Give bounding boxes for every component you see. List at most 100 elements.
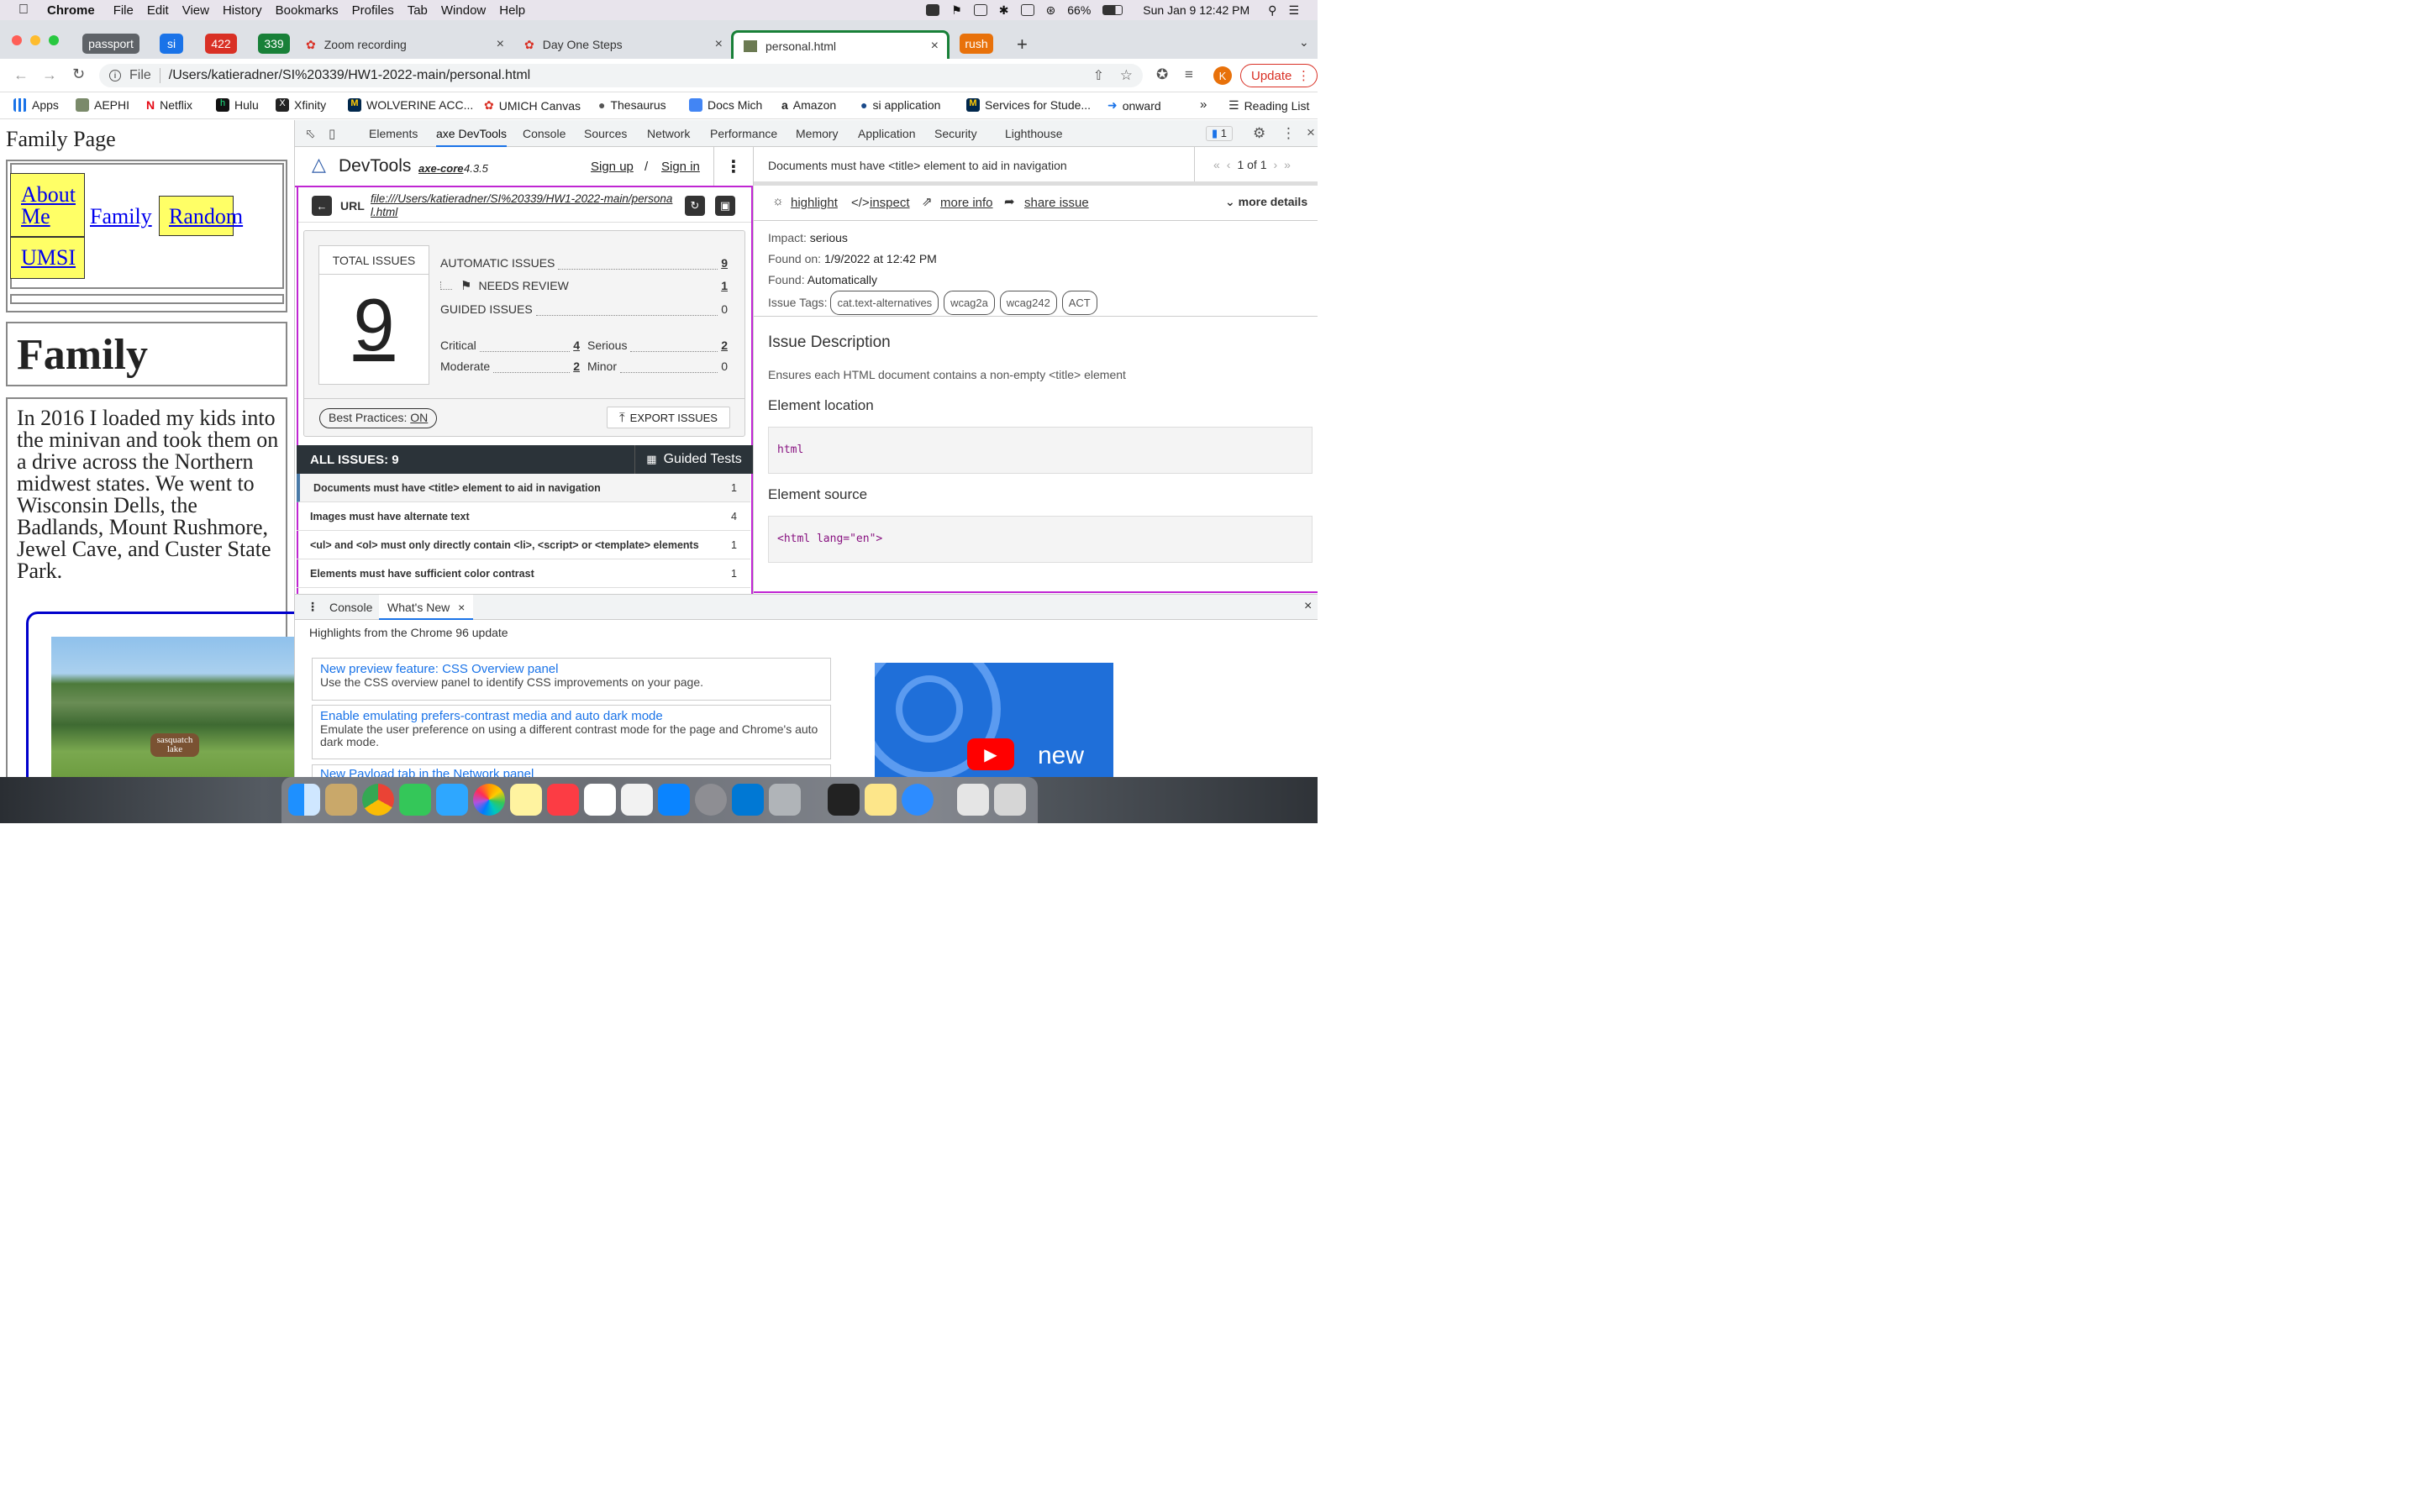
avatar[interactable]: K — [1213, 66, 1232, 85]
extensions-icon[interactable]: ✪ — [1156, 66, 1168, 83]
messages-icon[interactable] — [436, 784, 468, 816]
reminders-icon[interactable] — [621, 784, 653, 816]
share-icon[interactable]: ⇧ — [1093, 67, 1104, 84]
next-page-icon[interactable]: › — [1274, 158, 1278, 171]
drawer-tab-console[interactable]: Console — [329, 601, 372, 614]
tab-personal-html[interactable]: personal.html × — [731, 30, 950, 59]
share-issue-link[interactable]: share issue — [1024, 196, 1089, 210]
zoom-window-button[interactable] — [49, 35, 59, 45]
close-tab-icon[interactable]: × — [931, 39, 939, 54]
tab-performance[interactable]: Performance — [710, 127, 777, 140]
settings-gear-icon[interactable]: ⚙ — [1253, 125, 1265, 142]
whats-new-card[interactable]: New preview feature: CSS Overview panel … — [312, 658, 831, 701]
tab-group-422[interactable]: 422 — [205, 34, 237, 54]
bluetooth-icon[interactable]: ✱ — [999, 3, 1009, 18]
bookmark-wolverine[interactable]: M WOLVERINE ACC... — [348, 98, 473, 112]
bookmark-umich-canvas[interactable]: ✿ UMICH Canvas — [484, 98, 581, 113]
more-details-toggle[interactable]: ⌄ more details — [1225, 195, 1307, 209]
chrome-icon[interactable] — [362, 784, 394, 816]
whats-new-card[interactable]: Enable emulating prefers-contrast media … — [312, 705, 831, 759]
devtools-menu-icon[interactable]: ⋮ — [1281, 125, 1296, 142]
menu-edit[interactable]: Edit — [147, 3, 169, 18]
close-devtools-icon[interactable]: × — [1307, 124, 1315, 141]
bookmark-xfinity[interactable]: X Xfinity — [276, 98, 326, 112]
bookmark-netflix[interactable]: N Netflix — [146, 98, 192, 112]
calendar-icon[interactable] — [584, 784, 616, 816]
axe-menu-icon[interactable]: ⋮ — [713, 147, 753, 186]
photos-icon[interactable] — [473, 784, 505, 816]
info-icon[interactable]: i — [109, 70, 121, 81]
first-page-icon[interactable]: « — [1213, 158, 1220, 171]
reading-list[interactable]: ☰ Reading List — [1228, 98, 1309, 113]
tab-day-one-steps[interactable]: ✿ Day One Steps × — [514, 30, 731, 59]
battery-icon[interactable] — [1102, 5, 1123, 15]
finder-icon[interactable] — [288, 784, 320, 816]
menu-window[interactable]: Window — [441, 3, 486, 18]
bookmark-onward[interactable]: ➜ onward — [1107, 98, 1161, 113]
issue-row[interactable]: Documents must have <title> element to a… — [297, 474, 750, 502]
terminal-icon[interactable] — [828, 784, 860, 816]
calendar-status-icon[interactable] — [1020, 4, 1034, 16]
bookmark-thesaurus[interactable]: ● Thesaurus — [598, 98, 666, 112]
new-tab-icon[interactable]: + — [1017, 34, 1028, 55]
device-toolbar-icon[interactable]: ▯ — [329, 126, 335, 141]
back-arrow-icon[interactable]: ← — [312, 196, 332, 216]
reload-icon[interactable]: ↻ — [72, 66, 85, 83]
prev-page-icon[interactable]: ‹ — [1227, 158, 1231, 171]
menu-bookmarks[interactable]: Bookmarks — [276, 3, 339, 18]
url-text[interactable]: /Users/katieradner/SI%20339/HW1-2022-mai… — [169, 68, 530, 83]
nav-link-family[interactable]: Family — [90, 204, 152, 229]
tab-application[interactable]: Application — [858, 127, 916, 140]
zoom-icon[interactable] — [902, 784, 934, 816]
drawer-tab-whats-new[interactable]: What's New × — [379, 595, 474, 620]
more-info-link[interactable]: more info — [940, 196, 993, 210]
nav-link-about-me[interactable]: About Me — [10, 173, 85, 237]
more-bookmarks-icon[interactable]: » — [1200, 97, 1207, 112]
control-center-icon[interactable]: ☰ — [1288, 3, 1299, 18]
menu-file[interactable]: File — [113, 3, 134, 18]
video-thumbnail[interactable]: ▶ new — [875, 663, 1113, 778]
inspect-link[interactable]: inspect — [870, 196, 910, 210]
bookmark-services[interactable]: M Services for Stude... — [966, 98, 1091, 112]
inspect-element-icon[interactable]: ⬁ — [305, 126, 316, 141]
tab-axe-devtools[interactable]: axe DevTools — [436, 127, 508, 147]
spotlight-icon[interactable]: ⚲ — [1268, 3, 1276, 18]
bookmark-si-application[interactable]: ● si application — [860, 98, 940, 112]
close-tab-icon[interactable]: × — [715, 37, 723, 52]
minimize-window-button[interactable] — [30, 35, 40, 45]
tab-group-si[interactable]: si — [160, 34, 183, 54]
menu-profiles[interactable]: Profiles — [352, 3, 394, 18]
facetime-icon[interactable] — [399, 784, 431, 816]
card-title[interactable]: New preview feature: CSS Overview panel — [320, 662, 823, 676]
apple-icon[interactable]:  — [18, 3, 29, 18]
bookmark-amazon[interactable]: a Amazon — [781, 98, 836, 112]
tab-zoom-recording[interactable]: ✿ Zoom recording × — [296, 30, 513, 59]
back-icon[interactable]: ← — [13, 66, 29, 84]
tab-sources[interactable]: Sources — [584, 127, 627, 140]
menu-tab[interactable]: Tab — [408, 3, 428, 18]
flag-status-icon[interactable]: ⚑ — [951, 3, 962, 18]
scanned-url[interactable]: file:///Users/katieradner/SI%20339/HW1-2… — [371, 192, 675, 219]
app-store-icon[interactable] — [658, 784, 690, 816]
sign-in-link[interactable]: Sign in — [661, 160, 700, 174]
forward-icon[interactable]: → — [42, 66, 57, 84]
nav-link-random[interactable]: Random — [159, 196, 243, 236]
trash-icon[interactable] — [994, 784, 1026, 816]
update-button[interactable]: Update ⋮ — [1240, 64, 1318, 87]
menu-view[interactable]: View — [182, 3, 209, 18]
tab-console[interactable]: Console — [523, 127, 566, 140]
media-icon[interactable]: ≡ — [1185, 66, 1193, 83]
rescan-icon[interactable]: ↻ — [685, 196, 705, 216]
issue-row[interactable]: Elements must have sufficient color cont… — [297, 559, 750, 588]
guided-tests-button[interactable]: ▦ Guided Tests — [634, 445, 753, 474]
issues-badge[interactable]: ▮ 1 — [1206, 126, 1233, 141]
total-issues-count[interactable]: 9 — [319, 275, 429, 375]
sign-up-link[interactable]: Sign up — [591, 160, 634, 174]
tab-group-339[interactable]: 339 — [258, 34, 290, 54]
moderate-row[interactable]: Moderate 2 — [440, 360, 580, 373]
tab-memory[interactable]: Memory — [796, 127, 839, 140]
bookmark-aephi[interactable]: AEPHI — [76, 98, 129, 112]
issue-row[interactable]: <ul> and <ol> must only directly contain… — [297, 531, 750, 559]
downloads-icon[interactable] — [957, 784, 989, 816]
automatic-issues-row[interactable]: AUTOMATIC ISSUES 9 — [440, 256, 728, 270]
